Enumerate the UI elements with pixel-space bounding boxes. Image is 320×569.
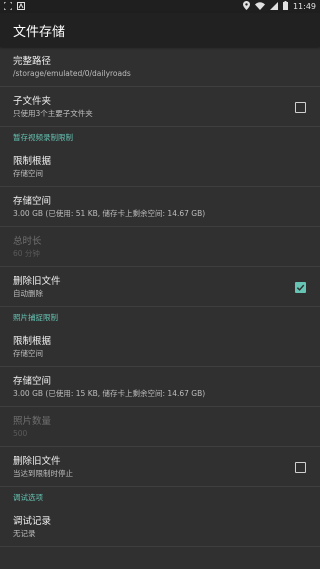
- checkmark-icon: [296, 284, 305, 291]
- video-storage-title: 存储空间: [13, 195, 52, 207]
- screenshot-icon: [3, 1, 13, 12]
- photo-storage-title: 存储空间: [13, 375, 52, 387]
- photo-count-value: 500: [13, 428, 28, 438]
- full-path-title: 完整路径: [13, 55, 52, 67]
- video-delete-old-title: 删除旧文件: [13, 275, 61, 287]
- video-storage-item[interactable]: 存储空间 3.00 GB (已使用: 51 KB, 储存卡上剩余空间: 14.6…: [0, 187, 320, 227]
- photo-delete-old-checkbox[interactable]: [295, 461, 306, 473]
- photo-delete-old-title: 删除旧文件: [13, 455, 61, 467]
- page-title: 文件存储: [13, 24, 66, 40]
- subfolder-summary: 只使用3个主要子文件夹: [13, 108, 93, 118]
- video-delete-old-summary: 自动删除: [13, 288, 43, 298]
- status-bar: 11:49: [0, 0, 320, 13]
- photo-delete-old-summary: 当达到限制时停止: [13, 468, 73, 478]
- settings-list: 完整路径 /storage/emulated/0/dailyroads 子文件夹…: [0, 47, 320, 547]
- app-bar: 文件存储: [0, 13, 320, 47]
- subfolder-title: 子文件夹: [13, 95, 52, 107]
- subfolder-checkbox[interactable]: [295, 101, 306, 113]
- signal-icon: [269, 1, 278, 12]
- full-path-value: /storage/emulated/0/dailyroads: [13, 68, 131, 78]
- debug-log-value: 无记录: [13, 528, 36, 538]
- location-icon: [242, 1, 250, 12]
- debug-log-item[interactable]: 调试记录 无记录: [0, 507, 320, 547]
- photo-storage-item[interactable]: 存储空间 3.00 GB (已使用: 15 KB, 储存卡上剩余空间: 14.6…: [0, 367, 320, 407]
- photo-delete-old-item[interactable]: 删除旧文件 当达到限制时停止: [0, 447, 320, 487]
- photo-count-title: 照片数量: [13, 415, 52, 427]
- photo-limit-basis-value: 存储空间: [13, 348, 43, 358]
- video-limit-basis-item[interactable]: 限制根据 存储空间: [0, 147, 320, 187]
- total-duration-item: 总时长 60 分钟: [0, 227, 320, 267]
- notification-a-icon: [17, 1, 25, 12]
- video-limit-basis-title: 限制根据: [13, 155, 52, 167]
- photo-limit-basis-item[interactable]: 限制根据 存储空间: [0, 327, 320, 367]
- full-path-item[interactable]: 完整路径 /storage/emulated/0/dailyroads: [0, 47, 320, 87]
- debug-log-title: 调试记录: [13, 515, 52, 527]
- debug-section-header: 调试选项: [13, 492, 43, 502]
- photo-count-item: 照片数量 500: [0, 407, 320, 447]
- subfolder-item[interactable]: 子文件夹 只使用3个主要子文件夹: [0, 87, 320, 127]
- photo-storage-value: 3.00 GB (已使用: 15 KB, 储存卡上剩余空间: 14.67 GB): [13, 388, 206, 398]
- battery-icon: [282, 1, 288, 12]
- clock: 11:49: [292, 2, 316, 11]
- total-duration-value: 60 分钟: [13, 248, 40, 258]
- photo-section-header: 照片捕捉限制: [13, 312, 58, 322]
- video-storage-value: 3.00 GB (已使用: 51 KB, 储存卡上剩余空间: 14.67 GB): [13, 208, 206, 218]
- wifi-icon: [254, 1, 265, 12]
- video-delete-old-checkbox[interactable]: [295, 281, 306, 293]
- video-section-header: 暂存视频录制限制: [13, 132, 73, 142]
- total-duration-title: 总时长: [13, 235, 42, 247]
- photo-limit-basis-title: 限制根据: [13, 335, 52, 347]
- video-delete-old-item[interactable]: 删除旧文件 自动删除: [0, 267, 320, 307]
- video-limit-basis-value: 存储空间: [13, 168, 43, 178]
